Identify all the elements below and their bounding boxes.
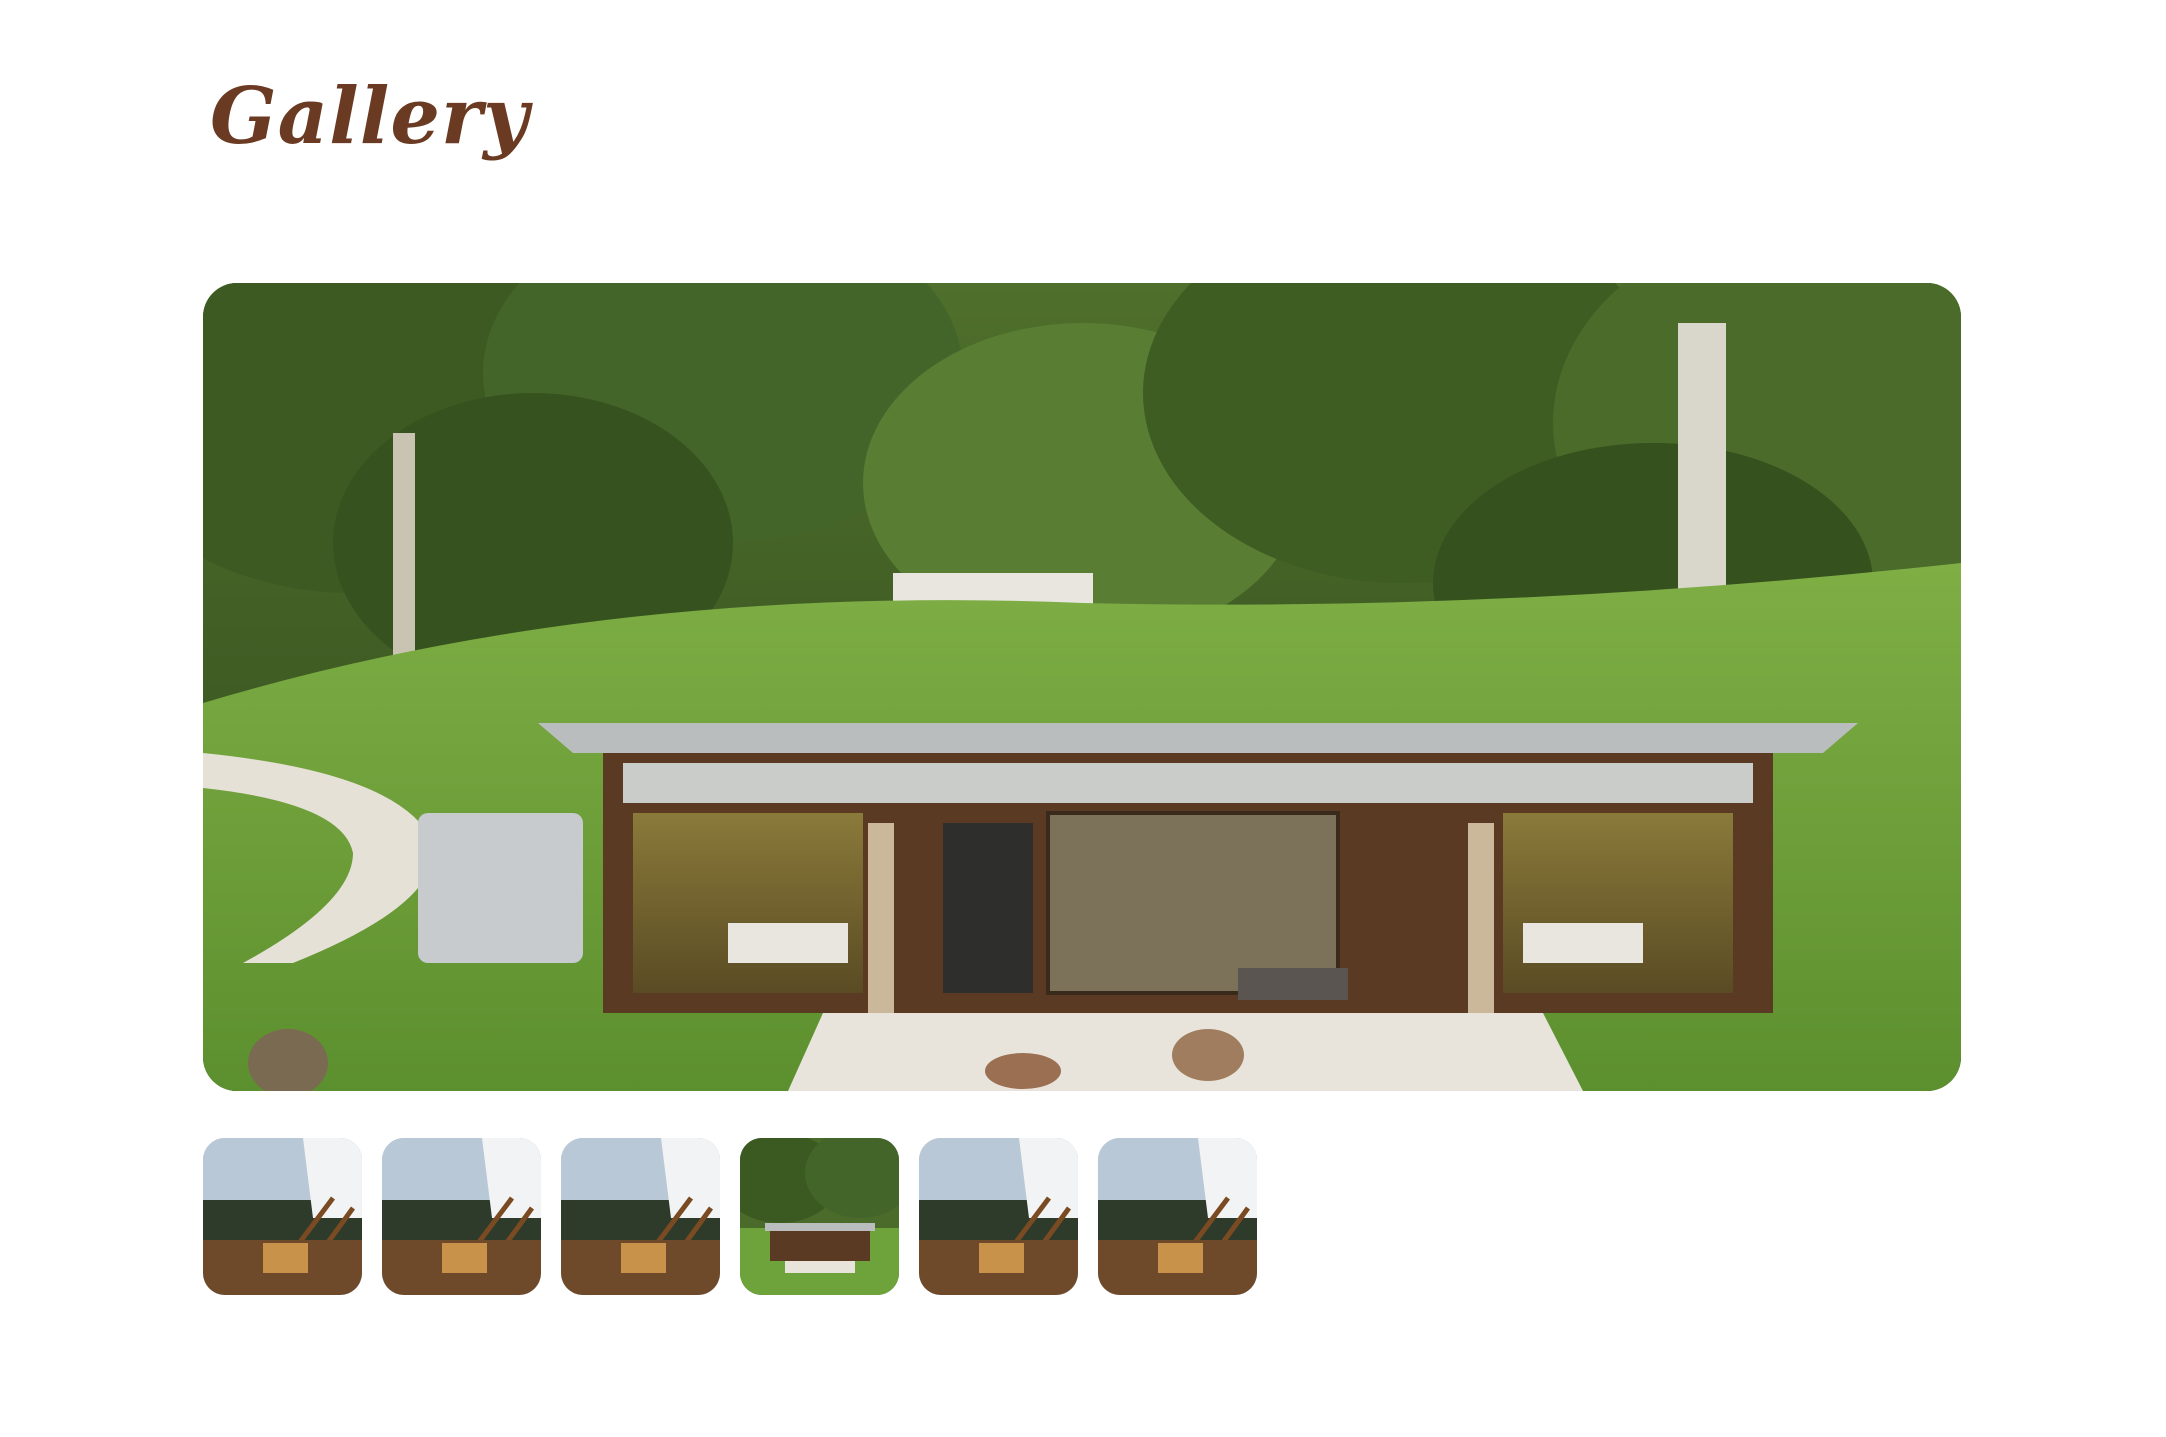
thumbnail-3[interactable] — [561, 1138, 720, 1295]
deck-sunset-photo — [919, 1138, 1078, 1295]
gallery-title: Gallery — [210, 71, 530, 162]
deck-sunset-photo — [382, 1138, 541, 1295]
deck-sunset-photo — [1098, 1138, 1257, 1295]
thumbnail-5[interactable] — [919, 1138, 1078, 1295]
deck-sunset-photo — [561, 1138, 720, 1295]
thumbnail-1[interactable] — [203, 1138, 362, 1295]
house-photo — [203, 283, 1961, 1091]
house-photo — [740, 1138, 899, 1295]
main-gallery-image[interactable] — [203, 283, 1961, 1091]
thumbnail-4[interactable] — [740, 1138, 899, 1295]
thumbnail-6[interactable] — [1098, 1138, 1257, 1295]
deck-sunset-photo — [203, 1138, 362, 1295]
thumbnail-strip — [203, 1138, 1257, 1295]
thumbnail-2[interactable] — [382, 1138, 541, 1295]
